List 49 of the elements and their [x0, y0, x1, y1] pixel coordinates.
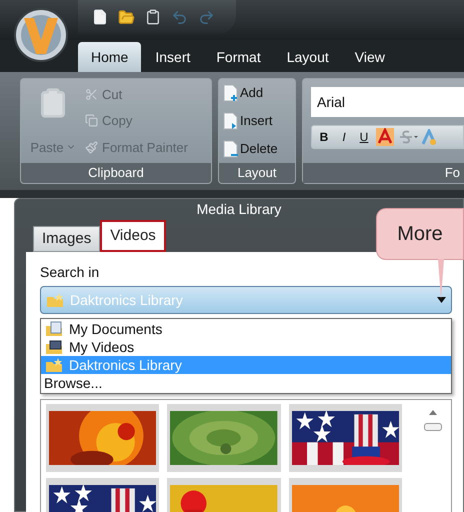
ribbon-tab[interactable]: Insert [143, 42, 202, 72]
group-label: Layout [219, 163, 295, 183]
ribbon-tab[interactable]: Home [78, 42, 142, 72]
dropdown-arrow-icon [437, 297, 446, 303]
strikethrough-icon[interactable] [398, 129, 418, 145]
group-label: Fo [303, 163, 464, 183]
dropdown-option[interactable]: My Videos [41, 338, 451, 356]
folder-star-icon [46, 292, 64, 308]
documents-folder-icon [45, 321, 63, 337]
scroll-thumb[interactable] [424, 423, 442, 431]
brush-icon [85, 141, 98, 154]
scissors-icon [85, 88, 98, 101]
format-button[interactable]: I [336, 128, 352, 146]
new-file-icon[interactable] [92, 9, 108, 25]
text-effects-icon[interactable] [422, 129, 436, 145]
video-thumbnail[interactable] [288, 404, 402, 472]
search-in-label: Search in [40, 263, 100, 282]
format-button[interactable]: U [356, 128, 372, 146]
dropdown-option[interactable]: Browse... [41, 374, 451, 392]
folder-star-icon [45, 357, 63, 373]
page-icon [223, 140, 239, 158]
redo-icon[interactable] [198, 8, 215, 26]
more-callout: More [376, 208, 464, 260]
font-name-field[interactable]: Arial [311, 87, 464, 117]
dropdown-option[interactable]: My Documents [41, 320, 451, 338]
page-icon [223, 112, 239, 130]
app-logo[interactable] [14, 8, 68, 62]
layout-command[interactable]: Delete [223, 139, 295, 159]
clipboard-icon[interactable] [145, 9, 161, 25]
undo-icon[interactable] [171, 8, 188, 26]
ribbon-tab[interactable]: Layout [274, 42, 341, 72]
ribbon-tab[interactable]: Format [204, 42, 273, 72]
media-tab[interactable]: Images [33, 226, 100, 252]
layout-command[interactable]: Add [223, 83, 295, 103]
dropdown-value: Daktronics Library [70, 290, 184, 310]
copy-icon [85, 114, 98, 128]
scroll-up-icon[interactable] [429, 410, 437, 415]
format-button[interactable]: B [316, 128, 332, 146]
page-icon [223, 84, 239, 102]
ribbon-tab[interactable]: View [342, 42, 397, 72]
layout-command[interactable]: Insert [223, 111, 295, 131]
group-label: Clipboard [21, 163, 211, 183]
folder-icon[interactable] [118, 8, 135, 26]
panel-title: Media Library [196, 200, 282, 219]
videos-folder-icon [45, 339, 63, 355]
media-tab[interactable]: Videos [100, 220, 166, 252]
highlight-color-icon[interactable] [376, 128, 394, 146]
video-thumbnail[interactable] [167, 404, 281, 472]
video-thumbnail[interactable] [46, 404, 160, 472]
